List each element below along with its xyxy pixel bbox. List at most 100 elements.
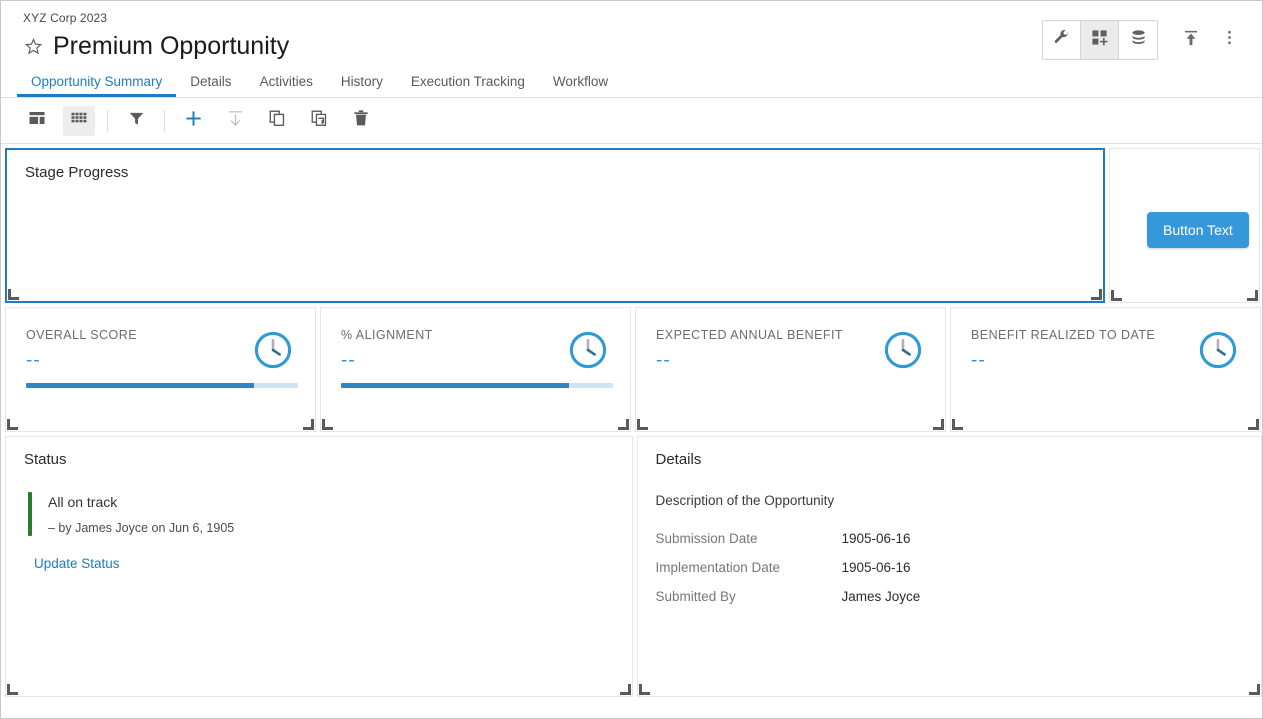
duplicate-icon <box>310 109 328 132</box>
delete-icon <box>352 109 370 132</box>
wrench-icon-button[interactable] <box>1043 21 1081 59</box>
resize-handle-bottom-left[interactable] <box>637 419 648 430</box>
kpi-label: % ALIGNMENT <box>341 328 433 342</box>
tab-activities[interactable]: Activities <box>246 74 327 97</box>
upload-icon-button[interactable] <box>1172 21 1210 59</box>
grid-view-icon <box>70 109 88 132</box>
detail-value: 1905-06-16 <box>841 531 911 546</box>
clock-icon <box>253 330 293 370</box>
status-panel[interactable]: Status All on track – by James Joyce on … <box>5 436 633 697</box>
details-body: Description of the Opportunity Submissio… <box>638 468 1262 611</box>
duplicate-icon-button[interactable] <box>303 106 335 136</box>
resize-handle-bottom-right[interactable] <box>1248 419 1259 430</box>
board-row-2: OVERALL SCORE -- % ALIGNMENT -- EXPECTED… <box>1 303 1262 432</box>
detail-label: Submitted By <box>655 589 736 604</box>
upload-icon <box>1182 29 1200 52</box>
resize-handle-bottom-right[interactable] <box>619 684 631 695</box>
tab-execution-tracking[interactable]: Execution Tracking <box>397 74 539 97</box>
kpi-label: EXPECTED ANNUAL BENEFIT <box>656 328 844 342</box>
resize-handle-bottom-right[interactable] <box>618 419 629 430</box>
resize-handle-bottom-left[interactable] <box>952 419 963 430</box>
card-view-icon-button[interactable] <box>21 106 53 136</box>
board-row-3: Status All on track – by James Joyce on … <box>1 432 1262 697</box>
status-message: All on track <box>48 494 118 510</box>
copy-icon <box>268 109 286 132</box>
kpi-value: -- <box>26 350 41 371</box>
stage-progress-title: Stage Progress <box>25 164 129 181</box>
status-message-block: All on track – by James Joyce on Jun 6, … <box>28 492 632 536</box>
detail-row-submission-date: Submission Date 1905-06-16 <box>656 524 1262 553</box>
tab-details[interactable]: Details <box>176 74 245 97</box>
kpi-value: -- <box>971 350 986 371</box>
kpi-progress-fill <box>341 383 570 388</box>
header-actions <box>1042 20 1248 60</box>
detail-row-submitted-by: Submitted By James Joyce <box>656 582 1262 611</box>
resize-handle-bottom-right[interactable] <box>1249 684 1260 695</box>
detail-value: James Joyce <box>841 589 921 604</box>
toolbar-separator <box>107 109 108 132</box>
toolbar-separator <box>164 109 165 132</box>
resize-handle-bottom-right[interactable] <box>1247 290 1258 301</box>
details-panel[interactable]: Details Description of the Opportunity S… <box>636 436 1262 697</box>
tab-workflow[interactable]: Workflow <box>539 74 622 97</box>
clock-icon <box>1198 330 1238 370</box>
tab-opportunity-summary[interactable]: Opportunity Summary <box>17 74 176 97</box>
button-widget-panel[interactable]: Button Text <box>1109 148 1260 303</box>
kpi-card-alignment[interactable]: % ALIGNMENT -- <box>320 307 631 432</box>
resize-handle-bottom-right[interactable] <box>933 419 944 430</box>
button-text-button[interactable]: Button Text <box>1147 212 1249 248</box>
resize-handle-bottom-left[interactable] <box>7 419 18 430</box>
detail-row-implementation-date: Implementation Date 1905-06-16 <box>656 553 1262 582</box>
kpi-label: BENEFIT REALIZED TO DATE <box>971 328 1156 342</box>
kpi-progress-bar <box>26 383 298 388</box>
kpi-card-overall-score[interactable]: OVERALL SCORE -- <box>5 307 316 432</box>
grid-add-icon-button[interactable] <box>1081 21 1119 59</box>
resize-handle-bottom-right[interactable] <box>1091 289 1102 300</box>
clock-icon <box>883 330 923 370</box>
add-icon <box>184 109 203 133</box>
database-icon-button[interactable] <box>1119 21 1157 59</box>
tab-history[interactable]: History <box>327 74 397 97</box>
detail-label: Implementation Date <box>655 560 781 575</box>
clock-icon <box>568 330 608 370</box>
kpi-card-benefit-realized-to-date[interactable]: BENEFIT REALIZED TO DATE -- <box>950 307 1261 432</box>
status-byline: – by James Joyce on Jun 6, 1905 <box>48 521 235 535</box>
dashboard-board: Stage Progress Button Text OVERALL SCORE… <box>1 144 1262 697</box>
kpi-value: -- <box>656 350 671 371</box>
wrench-icon <box>1053 29 1070 51</box>
grid-view-icon-button[interactable] <box>63 105 95 136</box>
download-icon-button <box>219 106 251 136</box>
status-text-group: All on track – by James Joyce on Jun 6, … <box>32 492 234 536</box>
detail-value: 1905-06-16 <box>841 560 911 575</box>
kpi-progress-fill <box>26 383 255 388</box>
kpi-progress-bar <box>341 383 613 388</box>
details-panel-title: Details <box>655 451 702 468</box>
card-view-icon <box>28 109 46 132</box>
details-description: Description of the Opportunity <box>655 493 835 508</box>
app-window: XYZ Corp 2023 Premium Opportunity Opport… <box>0 0 1263 719</box>
kpi-label: OVERALL SCORE <box>26 328 137 342</box>
tab-bar: Opportunity Summary Details Activities H… <box>1 68 1262 98</box>
add-icon-button[interactable] <box>177 106 209 136</box>
resize-handle-bottom-left[interactable] <box>638 684 650 695</box>
update-status-link[interactable]: Update Status <box>34 556 120 571</box>
resize-handle-bottom-left[interactable] <box>8 289 19 300</box>
download-icon <box>226 109 245 133</box>
resize-handle-bottom-right[interactable] <box>303 419 314 430</box>
page-header: XYZ Corp 2023 Premium Opportunity <box>1 1 1262 62</box>
star-outline-icon[interactable] <box>23 36 43 56</box>
copy-icon-button[interactable] <box>261 106 293 136</box>
detail-label: Submission Date <box>655 531 758 546</box>
resize-handle-bottom-left[interactable] <box>322 419 333 430</box>
filter-icon-button[interactable] <box>120 106 152 136</box>
kpi-card-expected-annual-benefit[interactable]: EXPECTED ANNUAL BENEFIT -- <box>635 307 946 432</box>
stage-progress-panel[interactable]: Stage Progress <box>5 148 1105 303</box>
delete-icon-button[interactable] <box>345 106 377 136</box>
filter-icon <box>128 110 145 132</box>
page-title: Premium Opportunity <box>53 32 290 60</box>
status-panel-title: Status <box>24 451 67 468</box>
more-vertical-icon-button[interactable] <box>1210 21 1248 59</box>
widget-toolbar <box>1 98 1262 144</box>
resize-handle-bottom-left[interactable] <box>1111 290 1122 301</box>
resize-handle-bottom-left[interactable] <box>7 684 18 695</box>
